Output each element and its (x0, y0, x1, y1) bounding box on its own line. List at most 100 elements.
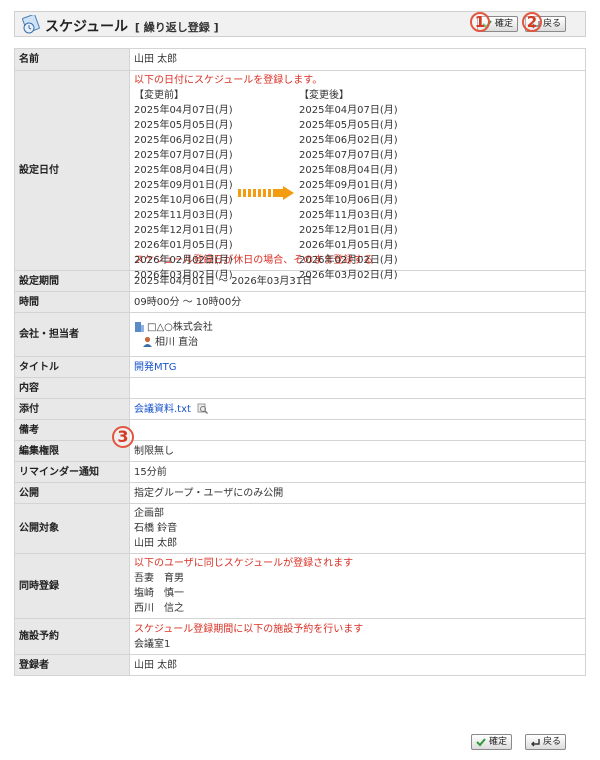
simultaneous-user: 塩崎 慎一 (134, 588, 184, 599)
right-arrow-icon (238, 186, 294, 200)
building-icon (135, 322, 144, 332)
back-button-bottom-label: 戻る (543, 737, 562, 747)
confirm-button-bottom[interactable]: 確定 (471, 734, 513, 750)
value-public: 指定グループ・ユーザにのみ公開 (129, 482, 586, 504)
dates-columns: 【変更前】 2025年04月07日(月) 2025年05月05日(月) 2025… (134, 88, 581, 281)
page-subtitle: [ 繰り返し登録 ] (134, 21, 219, 34)
value-registrant: 山田 太郎 (129, 654, 586, 676)
company-name: □△○株式会社 (147, 321, 213, 333)
value-remarks (129, 419, 586, 441)
label-targets: 公開対象 (14, 503, 130, 554)
value-simultaneous: 以下のユーザに同じスケジュールが登録されます 吾妻 育男 塩崎 慎一 西川 信之 (129, 553, 586, 619)
date-before: 2025年09月01日(月) (134, 180, 233, 191)
attachment-link[interactable]: 会議資料.txt (134, 404, 191, 415)
row-dates: 設定日付 以下の日付にスケジュールを登録します。 【変更前】 2025年04月0… (14, 70, 586, 281)
row-company: 会社・担当者 □△○株式会社 相川 直治 (14, 312, 586, 357)
date-after: 2025年04月07日(月) (299, 105, 398, 116)
date-before: 2026年02月02日(月) (134, 255, 233, 266)
label-public: 公開 (14, 482, 130, 504)
row-title: タイトル 開発MTG (14, 356, 586, 378)
row-simultaneous: 同時登録 以下のユーザに同じスケジュールが登録されます 吾妻 育男 塩崎 慎一 … (14, 553, 586, 619)
simultaneous-notice: 以下のユーザに同じスケジュールが登録されます (134, 558, 354, 569)
label-attachment: 添付 (14, 398, 130, 420)
date-after: 2026年03月02日(月) (299, 270, 398, 281)
date-after: 2025年10月06日(月) (299, 195, 398, 206)
label-permission: 編集権限 (14, 440, 130, 462)
annotation-marker-2: 2 (522, 12, 542, 32)
back-button-label: 戻る (543, 19, 562, 29)
back-button-bottom[interactable]: 戻る (525, 734, 567, 750)
dates-before-column: 【変更前】 2025年04月07日(月) 2025年05月05日(月) 2025… (134, 88, 233, 283)
date-before: 2025年05月05日(月) (134, 120, 233, 131)
date-before: 2025年11月03日(月) (134, 210, 233, 221)
label-company: 会社・担当者 (14, 312, 130, 357)
facility-notice: スケジュール登録期間に以下の施設予約を行います (134, 623, 364, 635)
confirm-button-bottom-label: 確定 (489, 737, 508, 747)
page-title-text: スケジュール (45, 19, 129, 35)
date-before: 2025年07月07日(月) (134, 150, 233, 161)
row-facility: 施設予約 スケジュール登録期間に以下の施設予約を行います 会議室1 (14, 618, 586, 655)
date-before: 2025年10月06日(月) (134, 195, 233, 206)
date-before: 2025年06月02日(月) (134, 135, 233, 146)
date-after: 2025年11月03日(月) (299, 210, 398, 221)
date-after: 2025年12月01日(月) (299, 225, 398, 236)
target-item: 企画部 (134, 508, 164, 519)
date-before: 2025年04月07日(月) (134, 105, 233, 116)
person-line: 相川 直治 (134, 335, 581, 350)
row-remarks: 備考 (14, 419, 586, 441)
label-content: 内容 (14, 377, 130, 399)
value-attachment: 会議資料.txt (129, 398, 586, 420)
value-dates: 以下の日付にスケジュールを登録します。 【変更前】 2025年04月07日(月)… (129, 70, 586, 281)
dates-before-header: 【変更前】 (134, 90, 184, 101)
return-arrow-icon (531, 739, 540, 747)
label-period: 設定期間 (14, 270, 130, 292)
preview-magnifier-icon[interactable] (197, 403, 209, 414)
date-after: 2025年06月02日(月) (299, 135, 398, 146)
schedule-detail-table: 名前 山田 太郎 設定日付 以下の日付にスケジュールを登録します。 【変更前】 … (14, 48, 586, 676)
row-time: 時間 09時00分 ～ 10時00分 (14, 291, 586, 313)
date-after: 2025年05月05日(月) (299, 120, 398, 131)
value-facility: スケジュール登録期間に以下の施設予約を行います 会議室1 (129, 618, 586, 655)
row-permission: 編集権限 制限無し (14, 440, 586, 462)
row-registrant: 登録者 山田 太郎 (14, 654, 586, 676)
value-company: □△○株式会社 相川 直治 (129, 312, 586, 357)
company-line: □△○株式会社 (134, 320, 581, 335)
value-permission: 制限無し (129, 440, 586, 462)
date-before: 2026年03月02日(月) (134, 270, 233, 281)
annotation-marker-1: 1 (470, 12, 490, 32)
date-after: 2025年07月07日(月) (299, 150, 398, 161)
value-content (129, 377, 586, 399)
label-facility: 施設予約 (14, 618, 130, 655)
dates-after-column: 【変更後】 2025年04月07日(月) 2025年05月05日(月) 2025… (299, 88, 398, 283)
date-after: 2026年01月05日(月) (299, 240, 398, 251)
value-targets: 企画部 石橋 鈴音 山田 太郎 (129, 503, 586, 554)
row-reminder: リマインダー通知 15分前 (14, 461, 586, 483)
date-before: 2026年01月05日(月) (134, 240, 233, 251)
label-time: 時間 (14, 291, 130, 313)
person-name: 相川 直治 (155, 336, 199, 348)
date-before: 2025年12月01日(月) (134, 225, 233, 236)
confirm-button-label: 確定 (495, 19, 514, 29)
simultaneous-user: 西川 信之 (134, 603, 184, 614)
dates-after-header: 【変更後】 (299, 90, 349, 101)
row-attachment: 添付 会議資料.txt (14, 398, 586, 420)
date-after: 2025年08月04日(月) (299, 165, 398, 176)
row-content: 内容 (14, 377, 586, 399)
label-title: タイトル (14, 356, 130, 378)
facility-value: 会議室1 (134, 638, 171, 650)
label-name: 名前 (14, 48, 130, 71)
date-after: 2026年02月02日(月) (299, 255, 398, 266)
title-link[interactable]: 開発MTG (134, 362, 177, 373)
label-dates: 設定日付 (14, 70, 130, 271)
annotation-marker-3: 3 (112, 426, 134, 448)
simultaneous-user: 吾妻 育男 (134, 573, 184, 584)
schedule-icon (22, 15, 40, 34)
person-icon (143, 336, 152, 347)
dates-notice: 以下の日付にスケジュールを登録します。 (134, 75, 323, 86)
target-item: 山田 太郎 (134, 538, 178, 549)
check-icon (476, 738, 486, 747)
label-reminder: リマインダー通知 (14, 461, 130, 483)
row-targets: 公開対象 企画部 石橋 鈴音 山田 太郎 (14, 503, 586, 554)
target-item: 石橋 鈴音 (134, 523, 178, 534)
page-title: スケジュール [ 繰り返し登録 ] (45, 16, 219, 36)
